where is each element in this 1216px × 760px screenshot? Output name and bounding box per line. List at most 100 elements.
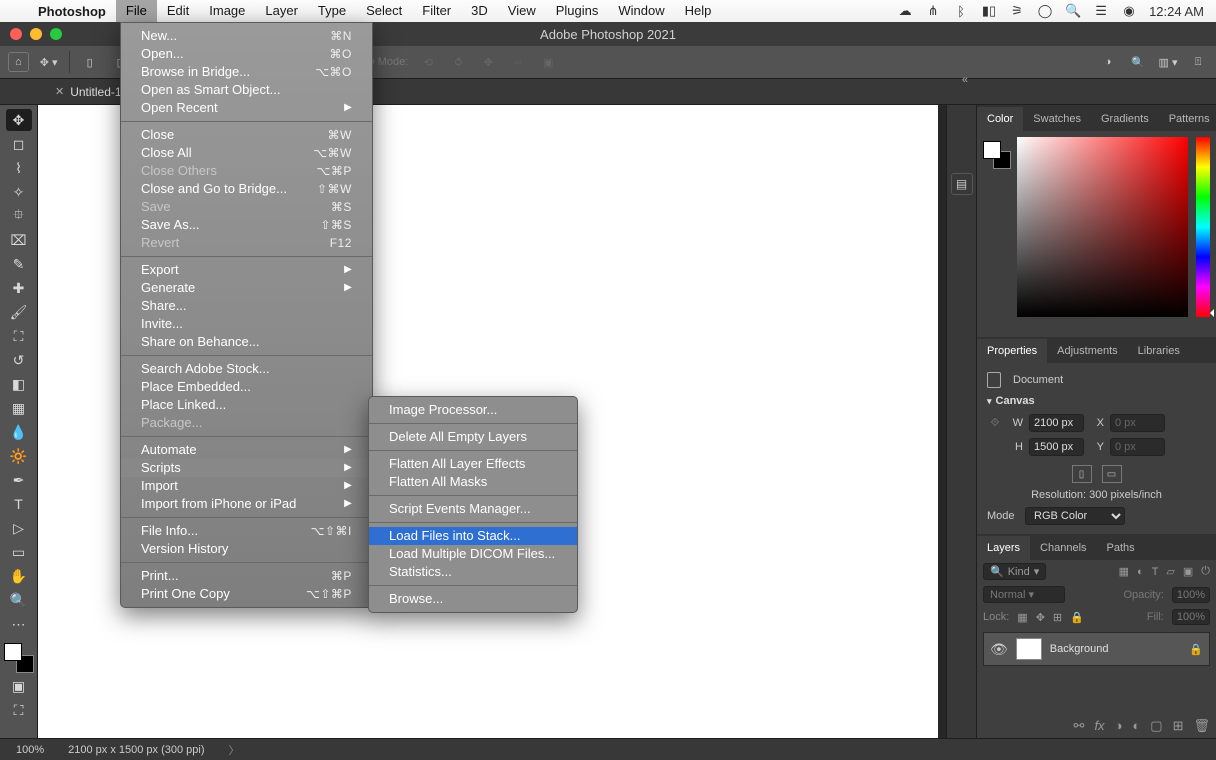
color-field[interactable] <box>1017 137 1188 317</box>
tab-channels[interactable]: Channels <box>1030 536 1096 560</box>
healing-tool[interactable]: ✚ <box>6 277 32 299</box>
tab-layers[interactable]: Layers <box>977 536 1030 560</box>
align-left-icon[interactable]: ▯ <box>80 52 100 72</box>
cloud-docs-icon[interactable]: ◑ <box>1098 52 1118 72</box>
canvas-section[interactable]: ▾ Canvas <box>983 391 1210 411</box>
menu-window[interactable]: Window <box>608 0 674 22</box>
lock-pixels-icon[interactable]: ▦ <box>1017 611 1027 624</box>
blur-tool[interactable]: 💧 <box>6 421 32 443</box>
submenu-item-load-multiple-dicom-files[interactable]: Load Multiple DICOM Files... <box>369 545 577 563</box>
tab-color[interactable]: Color <box>977 107 1023 131</box>
menu-item-open[interactable]: Open...⌘O <box>121 45 372 63</box>
hand-tool[interactable]: ✋ <box>6 565 32 587</box>
eraser-tool[interactable]: ◧ <box>6 373 32 395</box>
filter-shape-icon[interactable]: ▱ <box>1166 565 1174 578</box>
menu-item-close-all[interactable]: Close All⌥⌘W <box>121 144 372 162</box>
submenu-item-delete-all-empty-layers[interactable]: Delete All Empty Layers <box>369 428 577 446</box>
collapse-panels-icon[interactable]: « <box>962 74 968 86</box>
document-tab[interactable]: ✕ Untitled-1 <box>45 85 132 99</box>
quick-mask-tool[interactable]: ▣ <box>6 675 32 697</box>
bluetooth-icon[interactable]: ᛒ <box>953 3 969 19</box>
menu-item-scripts[interactable]: Scripts▶ <box>121 459 372 477</box>
layer-thumbnail[interactable] <box>1016 638 1042 660</box>
foreground-color-swatch[interactable] <box>4 643 22 661</box>
lock-all-icon[interactable]: 🔒 <box>1070 611 1084 624</box>
menu-item-version-history[interactable]: Version History <box>121 540 372 558</box>
layer-filter-select[interactable]: 🔍 Kind ▾ <box>983 563 1046 580</box>
siri-icon[interactable]: ◉ <box>1121 3 1137 19</box>
menu-3d[interactable]: 3D <box>461 0 498 22</box>
dodge-tool[interactable]: 🔆 <box>6 445 32 467</box>
filter-type-icon[interactable]: T <box>1152 566 1159 578</box>
link-layers-icon[interactable]: ⚯ <box>1074 718 1085 734</box>
tab-swatches[interactable]: Swatches <box>1023 107 1091 131</box>
3d-pan-icon[interactable]: ✥ <box>478 52 498 72</box>
color-mode-select[interactable]: RGB Color <box>1025 507 1125 525</box>
user-icon[interactable]: ◯ <box>1037 3 1053 19</box>
orientation-portrait-icon[interactable]: ▯ <box>1072 465 1092 483</box>
link-wh-icon[interactable]: ⟐ <box>987 417 1003 430</box>
app-menu[interactable]: Photoshop <box>28 4 116 19</box>
marquee-tool[interactable]: ◻ <box>6 133 32 155</box>
menu-file[interactable]: File <box>116 0 157 22</box>
menu-item-print-one-copy[interactable]: Print One Copy⌥⇧⌘P <box>121 585 372 603</box>
brush-tool[interactable]: 🖌 <box>6 301 32 323</box>
menu-filter[interactable]: Filter <box>412 0 461 22</box>
layer-lock-icon[interactable]: 🔒 <box>1189 643 1203 656</box>
menu-item-open-recent[interactable]: Open Recent▶ <box>121 99 372 117</box>
type-tool[interactable]: T <box>6 493 32 515</box>
home-button[interactable]: ⌂ <box>8 52 29 72</box>
tab-properties[interactable]: Properties <box>977 339 1047 363</box>
status-flyout-icon[interactable]: 〉 <box>229 742 240 758</box>
foreground-background-colors[interactable] <box>4 643 34 673</box>
layer-item-background[interactable]: 👁 Background 🔒 <box>983 632 1210 666</box>
menu-item-save-as[interactable]: Save As...⇧⌘S <box>121 216 372 234</box>
menu-item-print[interactable]: Print...⌘P <box>121 567 372 585</box>
screen-mode-tool[interactable]: ⛶ <box>6 699 32 721</box>
move-tool[interactable]: ✥ <box>6 109 32 131</box>
menu-item-file-info[interactable]: File Info...⌥⇧⌘I <box>121 522 372 540</box>
height-input[interactable] <box>1029 438 1084 456</box>
tab-patterns[interactable]: Patterns <box>1159 107 1216 131</box>
layer-visibility-icon[interactable]: 👁 <box>990 641 1008 658</box>
lock-position-icon[interactable]: ✥ <box>1036 611 1045 624</box>
frame-tool[interactable]: ⌧ <box>6 229 32 251</box>
3d-roll-icon[interactable]: ⥀ <box>448 52 468 72</box>
submenu-item-statistics[interactable]: Statistics... <box>369 563 577 581</box>
menu-item-import[interactable]: Import▶ <box>121 477 372 495</box>
tab-adjustments[interactable]: Adjustments <box>1047 339 1128 363</box>
tab-libraries[interactable]: Libraries <box>1128 339 1190 363</box>
submenu-item-load-files-into-stack[interactable]: Load Files into Stack... <box>369 527 577 545</box>
filter-adjust-icon[interactable]: ◐ <box>1137 566 1144 578</box>
submenu-item-flatten-all-layer-effects[interactable]: Flatten All Layer Effects <box>369 455 577 473</box>
battery-icon[interactable]: ▮▯ <box>981 3 997 19</box>
filter-smart-icon[interactable]: ▣ <box>1183 565 1193 578</box>
menu-item-browse-in-bridge[interactable]: Browse in Bridge...⌥⌘O <box>121 63 372 81</box>
menu-view[interactable]: View <box>498 0 546 22</box>
gradient-tool[interactable]: ▦ <box>6 397 32 419</box>
opacity-input[interactable]: 100% <box>1172 587 1210 603</box>
new-group-icon[interactable]: ▢ <box>1150 718 1162 734</box>
menu-select[interactable]: Select <box>356 0 412 22</box>
menubar-clock[interactable]: 12:24 AM <box>1149 4 1204 19</box>
move-tool-icon[interactable]: ✥ ▾ <box>39 52 59 72</box>
width-input[interactable] <box>1029 414 1084 432</box>
menu-item-share[interactable]: Share... <box>121 297 372 315</box>
submenu-item-image-processor[interactable]: Image Processor... <box>369 401 577 419</box>
airdrop-icon[interactable]: ⋔ <box>925 3 941 19</box>
submenu-item-browse[interactable]: Browse... <box>369 590 577 608</box>
share-icon[interactable]: ⍐ <box>1188 52 1208 72</box>
fill-input[interactable]: 100% <box>1172 609 1210 625</box>
stamp-tool[interactable]: ⛶ <box>6 325 32 347</box>
menu-layer[interactable]: Layer <box>255 0 308 22</box>
crop-tool[interactable]: ⯐ <box>6 205 32 227</box>
workspace-icon[interactable]: ▥ ▾ <box>1158 52 1178 72</box>
delete-layer-icon[interactable]: 🗑 <box>1193 718 1210 734</box>
tab-gradients[interactable]: Gradients <box>1091 107 1159 131</box>
menu-plugins[interactable]: Plugins <box>546 0 609 22</box>
control-center-icon[interactable]: ☰ <box>1093 3 1109 19</box>
layer-fx-icon[interactable]: fx <box>1094 718 1104 734</box>
menu-item-place-linked[interactable]: Place Linked... <box>121 396 372 414</box>
cloud-sync-icon[interactable]: ☁ <box>897 3 913 19</box>
panel-fgbg-swatch[interactable] <box>983 141 1011 169</box>
